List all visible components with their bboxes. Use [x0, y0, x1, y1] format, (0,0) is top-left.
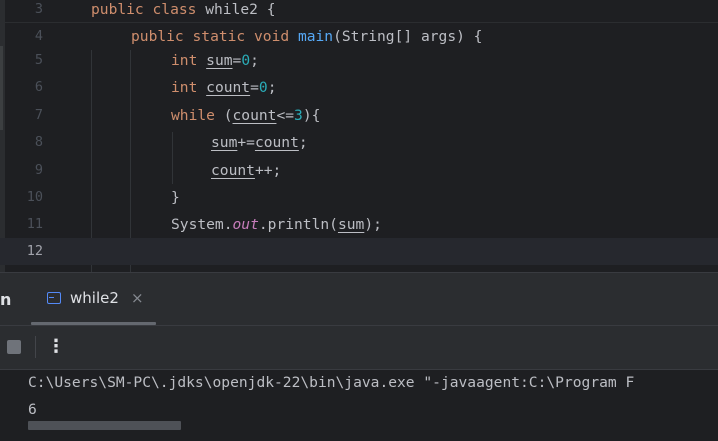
code-token: .println( — [258, 216, 338, 233]
code-token: count — [232, 107, 277, 124]
run-tool-title: n — [0, 290, 12, 309]
code-token: ++; — [254, 162, 282, 179]
code-token: 0 — [258, 79, 268, 96]
code-token: count — [211, 162, 255, 179]
code-token: System. — [171, 216, 233, 233]
code-token: 0 — [241, 52, 251, 69]
code-text: int sum=0; — [171, 47, 259, 74]
code-token: int — [171, 52, 207, 69]
code-token: main — [297, 28, 334, 45]
code-line[interactable]: 12 — [0, 238, 718, 265]
code-token: ; — [250, 52, 259, 69]
more-options-button[interactable]: ⋮ — [47, 335, 65, 359]
code-text: int count=0; — [171, 74, 276, 101]
toolbar-divider — [35, 336, 36, 358]
code-text: public class while2 { — [91, 0, 276, 23]
line-number: 5 — [34, 52, 43, 68]
line-number: 11 — [26, 216, 43, 232]
close-icon[interactable]: × — [131, 289, 144, 307]
line-number: 9 — [34, 162, 43, 178]
code-token: ; — [267, 79, 277, 96]
code-token: += — [237, 134, 255, 151]
line-number: 12 — [26, 243, 43, 259]
line-number: 10 — [26, 189, 43, 205]
code-text: System.out.println(sum); — [171, 211, 382, 238]
code-token: 3 — [294, 107, 303, 124]
code-line[interactable]: 6 int count=0; — [0, 74, 718, 101]
line-number: 4 — [34, 28, 43, 44]
code-line[interactable]: 10} — [0, 184, 718, 211]
code-line[interactable]: 7 while (count<=3){ — [0, 102, 718, 129]
console-result-line: 6 — [28, 401, 37, 418]
tab-label: while2 — [70, 289, 119, 307]
horizontal-scrollbar[interactable] — [28, 421, 181, 430]
code-line[interactable]: 11 System.out.println(sum); — [0, 211, 718, 238]
console-command-line: C:\Users\SM-PC\.jdks\openjdk-22\bin\java… — [28, 374, 635, 391]
code-token: while2 { — [205, 1, 276, 18]
code-token: public static void — [131, 28, 298, 45]
code-token: ); — [364, 216, 382, 233]
code-line[interactable]: 3 public class while2 { — [0, 0, 718, 23]
code-line[interactable]: 9 count++; — [0, 157, 718, 184]
line-number: 3 — [34, 1, 43, 17]
code-text: public static void main(String[] args) { — [131, 23, 482, 50]
line-number: 6 — [34, 79, 43, 95]
code-token: (String[] args) { — [333, 28, 483, 45]
code-line[interactable]: 4 public static void main(String[] args) … — [0, 23, 718, 50]
console-icon — [47, 292, 61, 304]
line-number: 8 — [34, 134, 43, 150]
code-token: int — [171, 79, 207, 96]
code-token: public class — [91, 1, 206, 18]
code-text: } — [171, 184, 180, 211]
code-text: count++; — [211, 157, 281, 184]
code-token: count — [254, 134, 299, 151]
line-number: 7 — [34, 107, 43, 123]
code-token: count — [206, 79, 251, 96]
code-token: sum — [206, 52, 233, 69]
code-token: sum — [211, 134, 238, 151]
tab-while2[interactable]: while2 × — [31, 280, 156, 320]
code-line[interactable]: 8 sum+=count; — [0, 129, 718, 156]
code-text: while (count<=3){ — [171, 102, 320, 129]
code-token: out — [232, 216, 259, 233]
run-toolbar — [0, 325, 718, 369]
stop-button[interactable] — [7, 340, 21, 354]
code-token: ( — [223, 107, 233, 124]
code-token: ; — [298, 134, 308, 151]
code-token: = — [250, 79, 259, 96]
code-token: <= — [276, 107, 295, 124]
code-token: ){ — [302, 107, 321, 124]
code-editor[interactable]: 3 public class while2 { 4 public static voi… — [0, 0, 718, 272]
code-token: sum — [337, 216, 365, 233]
code-text: sum+=count; — [211, 129, 308, 156]
code-token: } — [171, 189, 180, 206]
code-token: while — [171, 107, 224, 124]
code-token: = — [232, 52, 242, 69]
code-line[interactable]: 5 int sum=0; — [0, 47, 718, 74]
